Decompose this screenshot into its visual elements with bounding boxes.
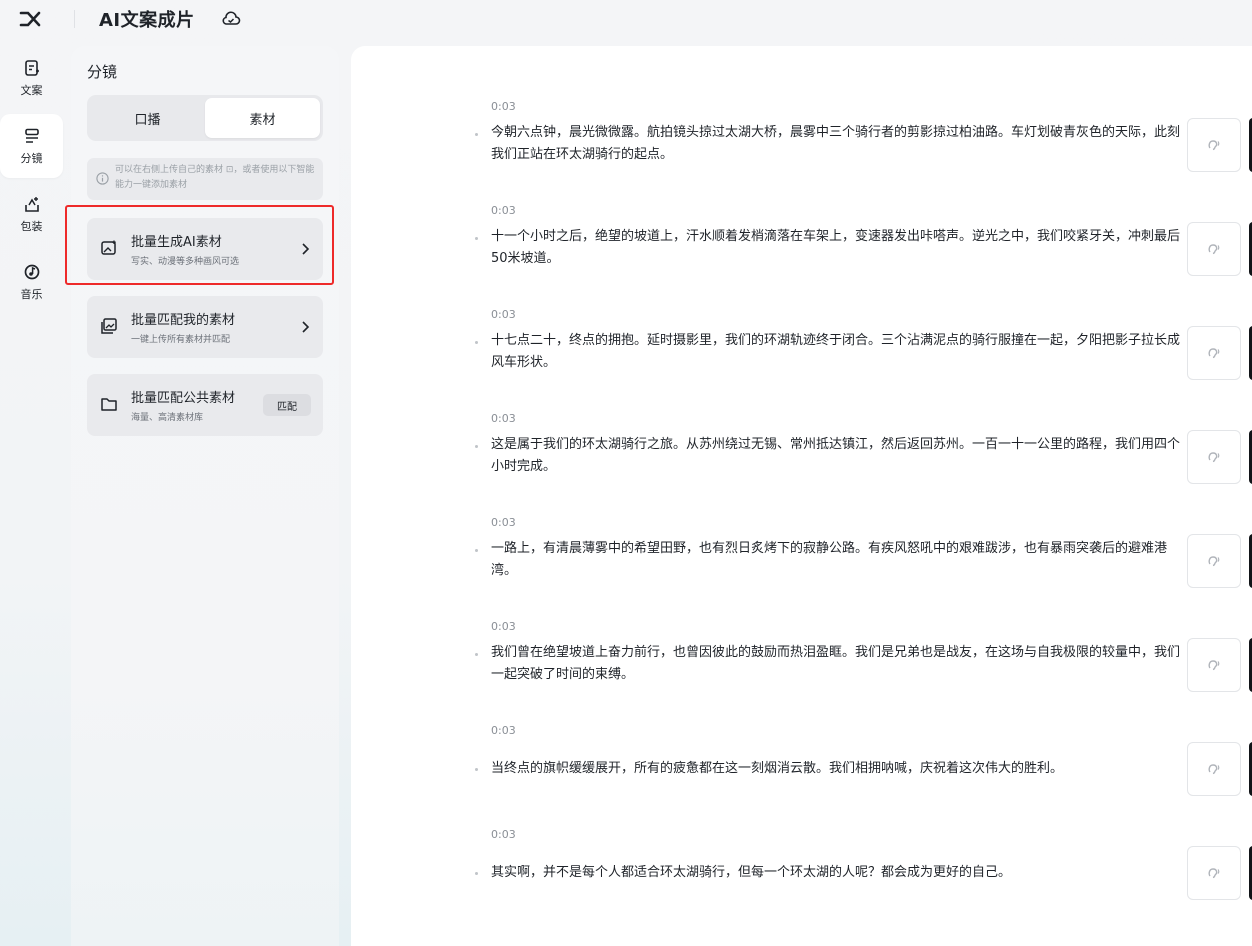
voice-icon: [1208, 556, 1220, 567]
batch-match-my-material-card[interactable]: 批量匹配我的素材 一键上传所有素材并匹配: [87, 296, 323, 358]
packaging-icon: [22, 194, 42, 214]
segment-time: 0:03: [491, 724, 516, 737]
voice-icon: [1208, 660, 1220, 671]
segment-dot: [475, 768, 478, 771]
segment-text[interactable]: 我们曾在绝望坡道上奋力前行，也曾因彼此的鼓励而热泪盈眶。我们是兄弟也是战友，在这…: [491, 642, 1181, 686]
music-icon: [22, 262, 42, 282]
upload-tip: 可以在右侧上传自己的素材 ⊡，或者使用以下智能能力一键添加素材: [87, 158, 323, 200]
ai-image-icon: [100, 239, 118, 257]
batch-generate-ai-card[interactable]: 批量生成AI素材 写实、动漫等多种画风可选: [87, 218, 323, 280]
storyboard-panel: 分镜 口播 素材 可以在右侧上传自己的素材 ⊡，或者使用以下智能能力一键添加素材…: [71, 46, 339, 946]
app-title: AI文案成片: [99, 10, 195, 31]
card-subtitle: 一键上传所有素材并匹配: [131, 335, 231, 345]
segment-time: 0:03: [491, 516, 516, 529]
batch-match-public-material-card[interactable]: 批量匹配公共素材 海量、高清素材库 匹配: [87, 374, 323, 436]
storyboard-icon: [22, 126, 42, 146]
segment-text[interactable]: 这是属于我们的环太湖骑行之旅。从苏州绕过无锡、常州抵达镇江，然后返回苏州。一百一…: [491, 434, 1181, 478]
left-rail: 文案 分镜 包装 音乐: [0, 46, 63, 318]
segment-row[interactable]: 0:03 其实啊，并不是每个人都适合环太湖骑行，但每一个环太湖的人呢？都会成为更…: [351, 828, 1252, 932]
voice-icon: [1208, 452, 1220, 463]
rail-item-packaging[interactable]: 包装: [0, 182, 63, 246]
voice-icon: [1208, 140, 1220, 151]
segment-dot: [475, 549, 478, 552]
segment-text[interactable]: 十一个小时之后，绝望的坡道上，汗水顺着发梢滴落在车架上，变速器发出咔嗒声。逆光之…: [491, 226, 1181, 270]
voice-button[interactable]: [1187, 118, 1241, 172]
rail-item-music[interactable]: 音乐: [0, 250, 63, 314]
title-divider: [74, 10, 75, 28]
card-subtitle: 写实、动漫等多种画风可选: [131, 257, 240, 267]
segment-row[interactable]: 0:03 今朝六点钟，晨光微微露。航拍镜头掠过太湖大桥，晨雾中三个骑行者的剪影掠…: [351, 100, 1252, 204]
rail-label: 包装: [20, 220, 43, 233]
rail-item-script[interactable]: 文案: [0, 46, 63, 110]
segment-time: 0:03: [491, 412, 516, 425]
rail-label: 分镜: [20, 152, 43, 165]
voice-icon: [1208, 868, 1220, 879]
voice-button[interactable]: [1187, 326, 1241, 380]
segment-row[interactable]: 0:03 这是属于我们的环太湖骑行之旅。从苏州绕过无锡、常州抵达镇江，然后返回苏…: [351, 412, 1252, 516]
info-icon: [96, 172, 109, 185]
segment-time: 0:03: [491, 828, 516, 841]
voice-icon: [1208, 764, 1220, 775]
voice-icon: [1208, 244, 1220, 255]
segment-row[interactable]: 0:03 当终点的旗帜缓缓展开，所有的疲惫都在这一刻烟消云散。我们相拥呐喊，庆祝…: [351, 724, 1252, 828]
voice-button[interactable]: [1187, 742, 1241, 796]
match-button[interactable]: 匹配: [263, 394, 311, 416]
segment-text[interactable]: 其实啊，并不是每个人都适合环太湖骑行，但每一个环太湖的人呢？都会成为更好的自己。: [491, 862, 1181, 884]
segment-dot: [475, 445, 478, 448]
segment-time: 0:03: [491, 100, 516, 113]
segment-time: 0:03: [491, 204, 516, 217]
card-title: 批量生成AI素材: [131, 235, 222, 250]
segment-text[interactable]: 当终点的旗帜缓缓展开，所有的疲惫都在这一刻烟消云散。我们相拥呐喊，庆祝着这次伟大…: [491, 758, 1181, 780]
panel-title: 分镜: [87, 63, 118, 81]
segment-row[interactable]: 0:03 十一个小时之后，绝望的坡道上，汗水顺着发梢滴落在车架上，变速器发出咔嗒…: [351, 204, 1252, 308]
gallery-icon: [100, 317, 118, 335]
tip-text: 可以在右侧上传自己的素材 ⊡，或者使用以下智能能力一键添加素材: [115, 165, 315, 190]
segment-dot: [475, 872, 478, 875]
voice-button[interactable]: [1187, 430, 1241, 484]
segment-dot: [475, 237, 478, 240]
segment-dot: [475, 653, 478, 656]
segment-row[interactable]: 0:03 一路上，有清晨薄雾中的希望田野，也有烈日炙烤下的寂静公路。有疾风怒吼中…: [351, 516, 1252, 620]
segment-row[interactable]: 0:03 我们曾在绝望坡道上奋力前行，也曾因彼此的鼓励而热泪盈眶。我们是兄弟也是…: [351, 620, 1252, 724]
card-title: 批量匹配公共素材: [131, 391, 236, 406]
voice-button[interactable]: [1187, 846, 1241, 900]
source-tabs: 口播 素材: [87, 95, 323, 141]
rail-item-storyboard[interactable]: 分镜: [0, 114, 63, 178]
card-title: 批量匹配我的素材: [131, 313, 236, 328]
segment-row[interactable]: 0:03 十七点二十，终点的拥抱。延时摄影里，我们的环湖轨迹终于闭合。三个沾满泥…: [351, 308, 1252, 412]
cloud-sync-icon[interactable]: [221, 9, 241, 29]
folder-icon: [100, 395, 118, 413]
segment-time: 0:03: [491, 620, 516, 633]
tab-material[interactable]: 素材: [205, 98, 320, 138]
segment-dot: [475, 341, 478, 344]
rail-label: 文案: [20, 84, 43, 97]
segment-text[interactable]: 十七点二十，终点的拥抱。延时摄影里，我们的环湖轨迹终于闭合。三个沾满泥点的骑行服…: [491, 330, 1181, 374]
chevron-right-icon: [300, 319, 310, 333]
voice-icon: [1208, 348, 1220, 359]
segment-text[interactable]: 一路上，有清晨薄雾中的希望田野，也有烈日炙烤下的寂静公路。有疾风怒吼中的艰难跋涉…: [491, 538, 1181, 582]
rail-label: 音乐: [20, 288, 43, 301]
segment-dot: [475, 133, 478, 136]
segment-time: 0:03: [491, 308, 516, 321]
voice-button[interactable]: [1187, 638, 1241, 692]
segment-text[interactable]: 今朝六点钟，晨光微微露。航拍镜头掠过太湖大桥，晨雾中三个骑行者的剪影掠过柏油路。…: [491, 122, 1181, 166]
script-icon: [22, 58, 42, 78]
voice-button[interactable]: [1187, 222, 1241, 276]
tab-voiceover[interactable]: 口播: [90, 98, 205, 138]
capcut-logo-icon[interactable]: [17, 8, 43, 30]
voice-button[interactable]: [1187, 534, 1241, 588]
chevron-right-icon: [300, 241, 310, 255]
segment-list: 0:03 今朝六点钟，晨光微微露。航拍镜头掠过太湖大桥，晨雾中三个骑行者的剪影掠…: [351, 46, 1252, 946]
card-subtitle: 海量、高清素材库: [131, 413, 204, 423]
top-bar: AI文案成片: [0, 0, 1252, 38]
